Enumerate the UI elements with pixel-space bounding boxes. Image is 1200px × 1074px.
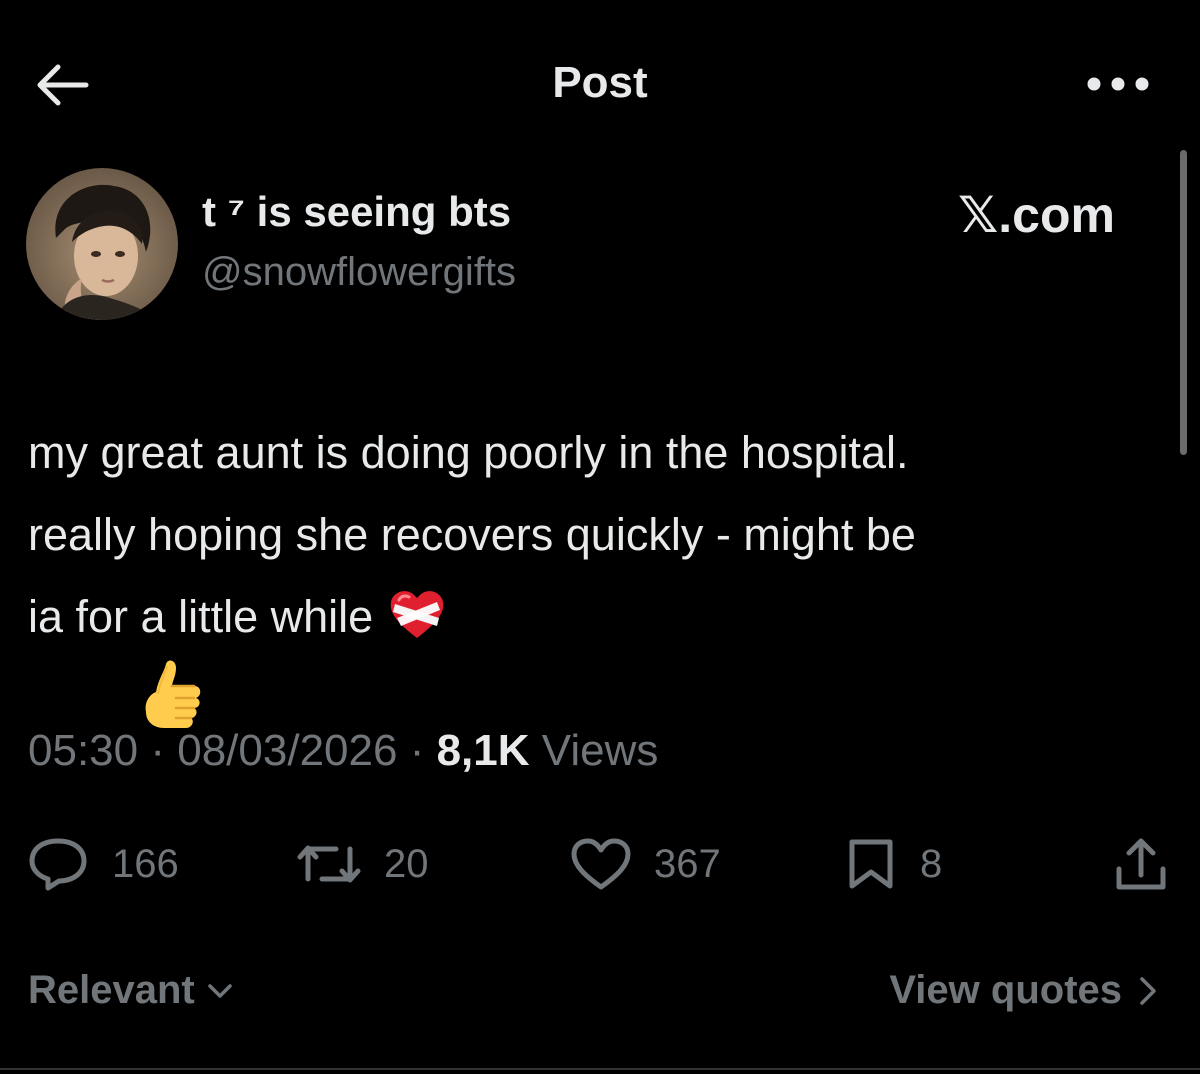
share-button[interactable]: [1112, 832, 1170, 896]
repost-count: 20: [384, 841, 429, 886]
post-date[interactable]: 08/03/2026: [177, 726, 397, 775]
meta-separator: ·: [150, 726, 165, 775]
mending-heart-emoji: [390, 591, 444, 638]
share-icon: [1116, 838, 1166, 890]
post-meta: 05:30 · 08/03/2026 · 8,1K Views: [28, 726, 658, 776]
views-label: Views: [541, 726, 659, 775]
avatar[interactable]: [26, 168, 178, 320]
post-time[interactable]: 05:30: [28, 726, 138, 775]
like-button[interactable]: 367: [570, 832, 721, 896]
post-text-line: my great aunt is doing poorly in the hos…: [28, 427, 909, 478]
repost-button[interactable]: 20: [296, 832, 429, 896]
view-quotes-label: View quotes: [889, 968, 1122, 1012]
reply-button[interactable]: 166: [26, 832, 179, 896]
author-handle[interactable]: @snowflowergifts: [202, 250, 516, 295]
more-button[interactable]: [1085, 66, 1151, 102]
repost-icon: [297, 845, 361, 883]
bookmark-button[interactable]: 8: [844, 832, 942, 896]
action-bar: 166 20 367 8: [0, 832, 1200, 896]
divider: [0, 1068, 1200, 1070]
post-text-line-last: ia for a little while: [28, 576, 1178, 658]
views-count: 8,1K: [436, 726, 530, 775]
sort-label: Relevant: [28, 968, 195, 1012]
author-display-name[interactable]: t ⁷ is seeing bts: [202, 188, 511, 236]
thumbs-up-emoji: [145, 660, 201, 728]
reply-icon: [29, 838, 87, 891]
bookmark-icon: [849, 839, 893, 889]
sort-replies-button[interactable]: Relevant: [28, 968, 237, 1013]
avatar-photo: [26, 168, 178, 320]
post-text-line: really hoping she recovers quickly - mig…: [28, 509, 916, 560]
chevron-right-icon: [1140, 976, 1156, 1005]
brand-watermark: 𝕏.com: [958, 187, 1115, 243]
scrollbar[interactable]: [1180, 150, 1187, 455]
more-horizontal-icon: [1087, 77, 1149, 91]
bookmark-count: 8: [920, 841, 943, 886]
chevron-down-icon: [208, 983, 232, 998]
page-title: Post: [552, 58, 648, 107]
post-body: my great aunt is doing poorly in the hos…: [28, 412, 1178, 658]
view-quotes-link[interactable]: View quotes: [889, 968, 1162, 1013]
heart-icon: [571, 838, 631, 890]
like-count: 367: [654, 841, 721, 886]
meta-separator: ·: [409, 726, 425, 775]
post-text-segment: ia for a little while: [28, 591, 374, 642]
reaction-thumbs-up: [136, 658, 206, 730]
reply-count: 166: [112, 841, 179, 886]
